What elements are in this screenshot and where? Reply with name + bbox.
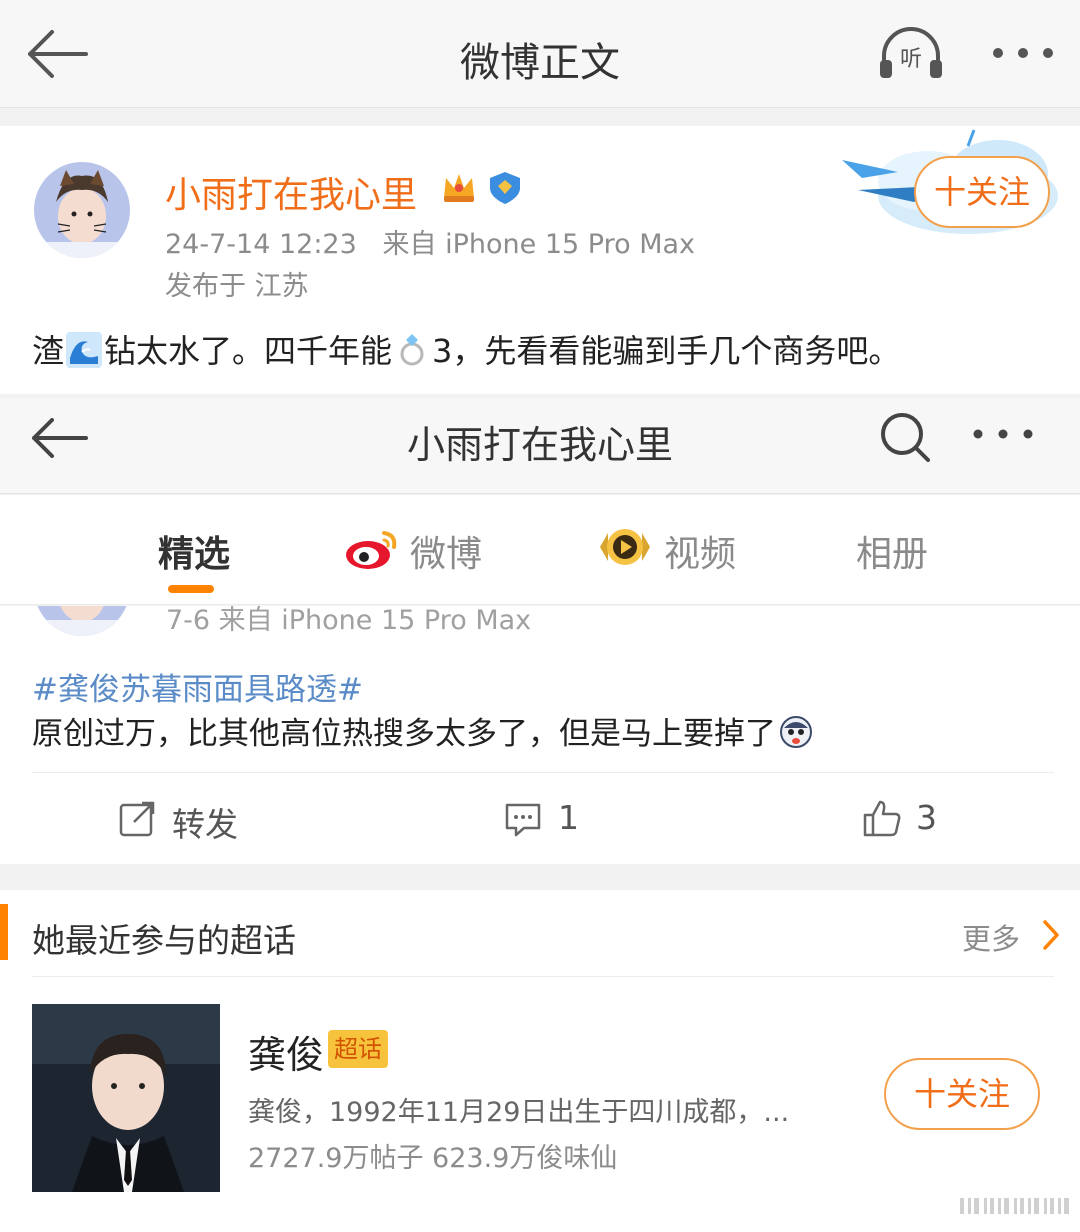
- crown-badge-icon: [444, 174, 474, 202]
- divider: [32, 772, 1054, 773]
- weibo-logo-icon: [346, 531, 397, 569]
- feed-body-text: 原创过万，比其他高位热搜多太多了，但是马上要掉了: [32, 716, 776, 752]
- follow-button[interactable]: 十关注: [914, 156, 1050, 228]
- repost-icon: [119, 801, 155, 837]
- top-navigation-bar: 微博正文 听: [0, 0, 1080, 108]
- more-dots-icon[interactable]: [970, 416, 1036, 452]
- post-timestamp-source: 24-7-14 12:23 来自 iPhone 15 Pro Max: [165, 222, 695, 261]
- user-avatar[interactable]: [34, 162, 130, 258]
- hashtag-link[interactable]: #龚俊苏暮雨面具路透#: [32, 664, 363, 709]
- repost-button[interactable]: 转发: [118, 798, 258, 844]
- wave-emoji-icon: [66, 332, 103, 368]
- like-count: 3: [916, 798, 937, 837]
- like-button[interactable]: 3: [862, 798, 942, 842]
- topic-stats: 2727.9万帖子 623.9万俊味仙: [248, 1143, 618, 1174]
- post-card: 小雨打在我心里 24-7-14 12:23 来自 iPhone 15 Pro M…: [0, 126, 1080, 394]
- post-source: 来自 iPhone 15 Pro Max: [382, 229, 696, 260]
- shocked-emoji-icon: [780, 716, 812, 748]
- comment-count: 1: [558, 798, 579, 837]
- post-text: 渣 钻太水了。四千年能 3，先看看能骗到手几个商务吧。: [32, 326, 900, 372]
- post-text-part3: 3，先看看能骗到手几个商务吧。: [432, 332, 901, 370]
- comment-icon: [505, 803, 541, 837]
- topic-cover-image[interactable]: [32, 1004, 220, 1192]
- super-topics-section: 她最近参与的超话 更多 龚俊 超话 龚俊，1992年11月29日出生于四川成都，…: [0, 890, 1080, 1232]
- active-tab-indicator: [168, 585, 214, 593]
- video-icon: [600, 529, 650, 565]
- post-text-part2: 钻太水了。四千年能: [104, 332, 393, 370]
- like-icon: [863, 800, 901, 837]
- tab-featured[interactable]: 精选: [158, 525, 230, 577]
- watermark-bars: [960, 1198, 1069, 1214]
- topic-follow-button[interactable]: 十关注: [884, 1058, 1040, 1130]
- comment-button[interactable]: 1: [504, 798, 584, 842]
- section-accent-bar: [0, 904, 8, 960]
- feed-timestamp-source: 7-6 来自 iPhone 15 Pro Max: [166, 606, 532, 636]
- feed-avatar[interactable]: [34, 606, 130, 636]
- post-location: 发布于 江苏: [165, 271, 309, 302]
- post-text-part1: 渣: [32, 332, 65, 370]
- profile-header-bar: 小雨打在我心里: [0, 398, 1080, 494]
- tab-album[interactable]: 相册: [856, 525, 928, 577]
- tab-weibo[interactable]: 微博: [410, 525, 482, 577]
- more-dots-icon[interactable]: [988, 30, 1058, 76]
- section-gap: [0, 864, 1080, 890]
- section-heading: 她最近参与的超话: [32, 921, 296, 960]
- repost-label: 转发: [172, 805, 238, 844]
- topic-name[interactable]: 龚俊: [248, 1024, 324, 1079]
- username[interactable]: 小雨打在我心里: [165, 166, 417, 218]
- feed-item: 7-6 来自 iPhone 15 Pro Max #龚俊苏暮雨面具路透# 原创过…: [0, 606, 1080, 864]
- post-date: 24-7-14 12:23: [165, 229, 357, 260]
- super-topic-badge: 超话: [328, 1030, 388, 1068]
- profile-tabs: 精选 微博 视频 相册: [0, 495, 1080, 605]
- more-link[interactable]: 更多: [962, 916, 1020, 958]
- ring-emoji-icon: [400, 334, 424, 366]
- tab-video[interactable]: 视频: [664, 525, 736, 577]
- topic-description: 龚俊，1992年11月29日出生于四川成都，...: [248, 1097, 790, 1128]
- verified-badge-icon: [490, 172, 520, 204]
- listen-label: 听: [900, 47, 922, 72]
- listen-headphone-icon[interactable]: 听: [876, 24, 946, 82]
- feed-body: 原创过万，比其他高位热搜多太多了，但是马上要掉了: [32, 708, 816, 753]
- search-icon[interactable]: [876, 408, 934, 466]
- chevron-right-icon[interactable]: [1040, 918, 1062, 952]
- divider: [32, 976, 1054, 977]
